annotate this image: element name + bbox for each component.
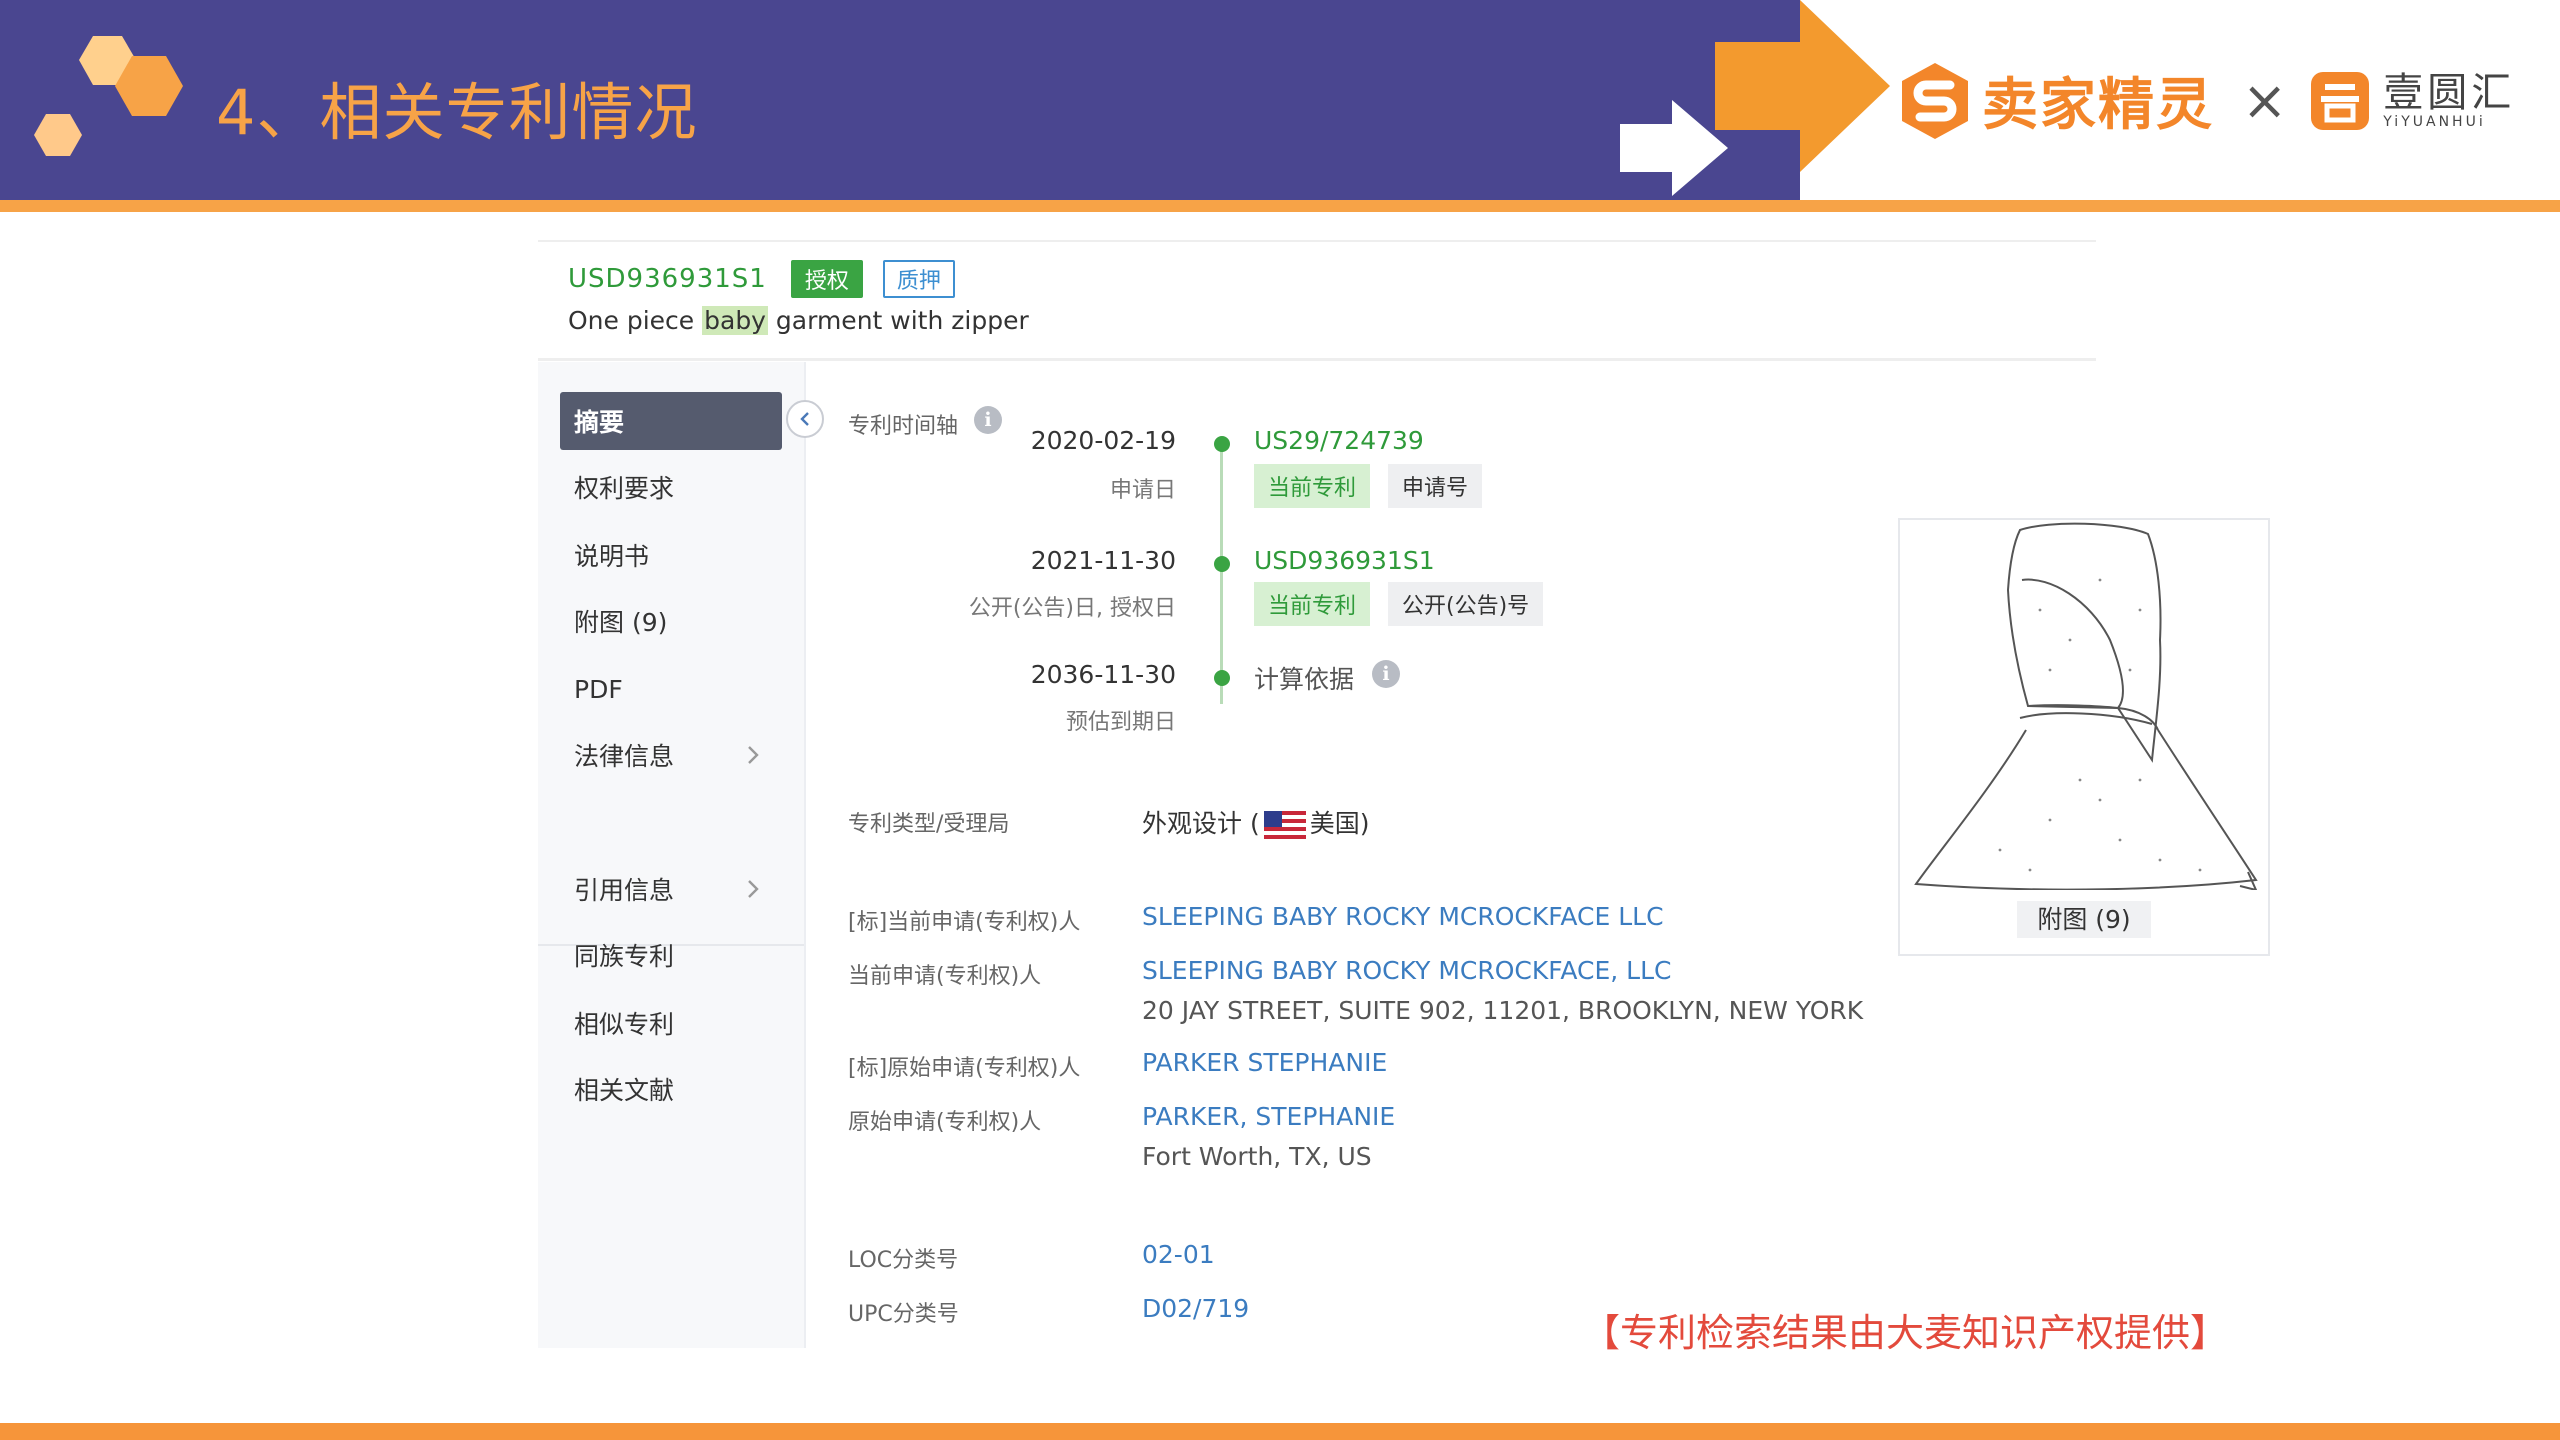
sidebar-item-label: 同族专利 — [574, 942, 675, 971]
patent-header: USD936931S1 授权 质押 — [568, 260, 955, 298]
current-patent-tag: 当前专利 — [1254, 582, 1371, 626]
patent-title: One piece baby garment with zipper — [568, 306, 1029, 335]
publication-number[interactable]: USD936931S1 — [1254, 546, 1435, 575]
original-applicant-value[interactable]: PARKER, STEPHANIE — [1142, 1102, 1395, 1131]
application-number-tag: 申请号 — [1388, 464, 1483, 508]
current-applicant-label: 当前申请(专利权)人 — [848, 964, 1042, 989]
patent-title-highlight: baby — [702, 306, 768, 335]
timeline-date: 2020-02-19 — [1030, 426, 1176, 455]
main-content: 专利时间轴 i 2020-02-19 申请日 US29/724739 当前专利 … — [806, 362, 2270, 1348]
timeline-date-label: 申请日 — [1109, 478, 1176, 503]
chevron-right-icon — [748, 880, 759, 898]
sidebar-item-claims[interactable]: 权利要求 — [560, 458, 782, 516]
grant-badge: 授权 — [790, 260, 863, 298]
yiyuanhui-logo-icon — [2311, 71, 2370, 130]
slide: 4、相关专利情况 卖家精灵 × 壹圆汇 YiYUANHUi USD936931S… — [0, 0, 2560, 1440]
seller-sprite-logo-icon — [1902, 62, 1968, 139]
std-original-applicant-value[interactable]: PARKER STEPHANIE — [1142, 1048, 1387, 1077]
info-icon[interactable]: i — [1372, 660, 1400, 688]
timeline-date: 2021-11-30 — [1030, 546, 1176, 575]
timeline-date-label: 公开(公告)日, 授权日 — [968, 596, 1176, 621]
sidebar-item-label: 相似专利 — [574, 1010, 675, 1039]
header-accent-line — [0, 200, 2560, 212]
sidebar-item-label: 相关文献 — [574, 1076, 675, 1105]
original-applicant-label: 原始申请(专利权)人 — [848, 1110, 1042, 1135]
chevron-right-icon — [748, 746, 759, 764]
sidebar-item-label: 说明书 — [574, 542, 650, 571]
loc-class-value[interactable]: 02-01 — [1142, 1240, 1215, 1269]
timeline-dot — [1214, 556, 1230, 572]
brand-name: 卖家精灵 — [1982, 73, 2214, 138]
original-applicant-address: Fort Worth, TX, US — [1142, 1142, 1372, 1171]
patent-title-end: garment with zipper — [767, 306, 1029, 335]
header-divider — [538, 358, 2096, 361]
sidebar-item-label: PDF — [574, 674, 623, 704]
patent-office-text: 美国) — [1309, 809, 1370, 838]
upc-class-label: UPC分类号 — [848, 1302, 959, 1327]
sidebar: 摘要 权利要求 说明书 附图 (9) PDF 法律信息 引用信息 同族专利 相似… — [538, 362, 806, 1348]
sidebar-item-legal[interactable]: 法律信息 — [560, 726, 782, 784]
sidebar-item-abstract[interactable]: 摘要 — [560, 392, 782, 450]
brand-cross: × — [2242, 69, 2288, 132]
sidebar-item-drawings[interactable]: 附图 (9) — [560, 592, 782, 650]
sidebar-item-description[interactable]: 说明书 — [560, 526, 782, 584]
us-flag-icon — [1263, 811, 1306, 839]
sidebar-item-family[interactable]: 同族专利 — [560, 926, 782, 984]
panel-top-border — [538, 240, 2096, 242]
drawing-caption-wrap: 附图 (9) — [1900, 900, 2268, 938]
patent-type-text: 外观设计 ( — [1142, 809, 1260, 838]
sidebar-item-pdf[interactable]: PDF — [560, 660, 782, 718]
arrows-icon — [1620, 0, 1890, 196]
patent-number[interactable]: USD936931S1 — [568, 264, 767, 294]
timeline-date-label: 预估到期日 — [1065, 710, 1176, 735]
timeline-line — [1220, 442, 1223, 704]
timeline-dot — [1214, 670, 1230, 686]
sidebar-item-label: 摘要 — [574, 408, 625, 437]
current-patent-tag: 当前专利 — [1254, 464, 1371, 508]
sidebar-item-label: 法律信息 — [574, 742, 675, 771]
patent-type-label: 专利类型/受理局 — [848, 812, 1010, 837]
patent-panel: USD936931S1 授权 质押 One piece baby garment… — [538, 240, 2270, 1348]
loc-class-label: LOC分类号 — [848, 1248, 959, 1273]
std-current-applicant-label: [标]当前申请(专利权)人 — [848, 910, 1081, 935]
patent-type-value: 外观设计 ( 美国) — [1142, 804, 1369, 840]
brand-logos: 卖家精灵 × 壹圆汇 YiYUANHUi — [1898, 60, 2515, 141]
calculation-basis: 计算依据 — [1254, 665, 1355, 694]
garment-drawing-icon — [1914, 522, 2258, 890]
brand2-name: 壹圆汇 — [2383, 69, 2516, 116]
sidebar-item-label: 引用信息 — [574, 876, 675, 905]
current-applicant-value[interactable]: SLEEPING BABY ROCKY MCROCKFACE, LLC — [1142, 956, 1671, 985]
slide-title: 4、相关专利情况 — [216, 76, 698, 149]
footer-accent-line — [0, 1423, 2560, 1440]
std-current-applicant-value[interactable]: SLEEPING BABY ROCKY MCROCKFACE LLC — [1142, 902, 1664, 931]
hexagon-logo-icon — [34, 36, 183, 156]
sidebar-item-label: 权利要求 — [574, 474, 675, 503]
std-original-applicant-label: [标]原始申请(专利权)人 — [848, 1056, 1081, 1081]
current-applicant-address: 20 JAY STREET, SUITE 902, 11201, BROOKLY… — [1142, 996, 1864, 1025]
sidebar-item-similar[interactable]: 相似专利 — [560, 994, 782, 1052]
timeline-heading: 专利时间轴 — [848, 414, 959, 439]
timeline-date: 2036-11-30 — [1030, 660, 1176, 689]
sidebar-item-literature[interactable]: 相关文献 — [560, 1060, 782, 1118]
publication-number-tag: 公开(公告)号 — [1388, 582, 1544, 626]
patent-title-start: One piece — [568, 306, 703, 335]
brand2-english: YiYUANHUi — [2383, 113, 2486, 130]
sidebar-item-label: 附图 (9) — [574, 608, 668, 637]
upc-class-value[interactable]: D02/719 — [1142, 1294, 1249, 1323]
brand2: 壹圆汇 YiYUANHUi — [2383, 72, 2515, 130]
drawing-caption: 附图 (9) — [2017, 901, 2151, 938]
pledge-badge: 质押 — [882, 260, 955, 298]
drawing-thumbnail[interactable]: 附图 (9) — [1898, 518, 2270, 956]
sidebar-item-citations[interactable]: 引用信息 — [560, 860, 782, 918]
application-number[interactable]: US29/724739 — [1254, 426, 1424, 455]
timeline-dot — [1214, 436, 1230, 452]
source-note: 【专利检索结果由大麦知识产权提供】 — [1582, 1311, 2229, 1355]
